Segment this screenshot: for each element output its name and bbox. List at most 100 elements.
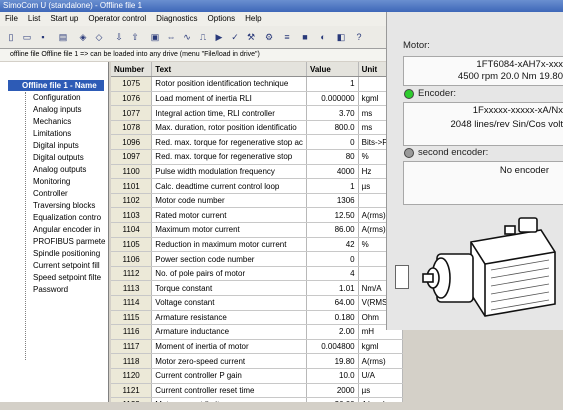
stop-icon[interactable]: ■	[298, 30, 312, 44]
table-row[interactable]: 1118 Motor zero-speed current 19.80 A(rms)	[111, 353, 403, 369]
table-row[interactable]: 1116 Armature inductance 2.00 mH	[111, 324, 403, 340]
tree-root-offline-file[interactable]: Offline file 1 - Name	[8, 80, 104, 91]
tree-item-mechanics[interactable]: Mechanics	[33, 116, 71, 127]
table-row[interactable]: 1113 Torque constant 1.01 Nm/A	[111, 280, 403, 296]
open-folder-icon[interactable]: ▭	[20, 30, 34, 44]
table-row[interactable]: 1077 Integral action time, RLI controller…	[111, 105, 403, 121]
table-row[interactable]: 1120 Current controller P gain 10.0 U/A	[111, 368, 403, 384]
parameter-value[interactable]: 2.00	[306, 324, 359, 340]
menu-operator-control[interactable]: Operator control	[83, 12, 151, 26]
parameter-value[interactable]: 0.180	[306, 310, 359, 326]
menu-start-up[interactable]: Start up	[45, 12, 83, 26]
parameter-value[interactable]: 80	[306, 149, 359, 165]
offline-info-line: offline file Offline file 1 => can be lo…	[0, 49, 400, 61]
parameter-value[interactable]: 10.0	[306, 368, 359, 384]
parameter-value[interactable]: 1	[306, 76, 359, 92]
offline-icon[interactable]: ◇	[92, 30, 106, 44]
parameter-icon[interactable]: ▣	[148, 30, 162, 44]
row-selector-box[interactable]	[395, 265, 409, 289]
parameter-value[interactable]: 0	[306, 251, 359, 267]
menu-diagnostics[interactable]: Diagnostics	[151, 12, 202, 26]
column-header-text[interactable]: Text	[151, 62, 307, 78]
tree-item-profibus-parameters[interactable]: PROFIBUS parmete	[33, 236, 105, 247]
upload-icon[interactable]: ⇧	[128, 30, 142, 44]
tree-item-configuration[interactable]: Configuration	[33, 92, 81, 103]
function-generator-icon[interactable]: ⎍	[196, 30, 210, 44]
parameter-value[interactable]: 64.00	[306, 295, 359, 311]
tree-item-digital-inputs[interactable]: Digital inputs	[33, 140, 79, 151]
tree-item-monitoring[interactable]: Monitoring	[33, 176, 70, 187]
parameter-value[interactable]: 1306	[306, 193, 359, 209]
save-icon[interactable]: ▪	[36, 30, 50, 44]
menu-list[interactable]: List	[23, 12, 45, 26]
parameter-number: 1097	[111, 149, 153, 165]
parameter-text: Motor zero-speed current	[151, 353, 307, 369]
table-row[interactable]: 1121 Current controller reset time 2000 µs	[111, 383, 403, 399]
tree-item-angular-encoder[interactable]: Angular encoder in	[33, 224, 100, 235]
parameter-value[interactable]: 800.0	[306, 120, 359, 136]
print-icon[interactable]: ▤	[56, 30, 70, 44]
tree-item-analog-inputs[interactable]: Analog inputs	[33, 104, 81, 115]
tree-item-current-setpoint-filter[interactable]: Current setpoint fill	[33, 260, 100, 271]
tree-item-analog-outputs[interactable]: Analog outputs	[33, 164, 86, 175]
tree-item-speed-setpoint-filter[interactable]: Speed setpoint filte	[33, 272, 101, 283]
parameter-value[interactable]: 1	[306, 178, 359, 194]
column-header-value[interactable]: Value	[306, 62, 359, 78]
wrench-icon[interactable]: ⚒	[244, 30, 258, 44]
online-icon[interactable]: ◈	[76, 30, 90, 44]
tree-item-password[interactable]: Password	[33, 284, 68, 295]
menu-file[interactable]: File	[0, 12, 23, 26]
parameter-value[interactable]: 86.00	[306, 222, 359, 238]
tree-item-equalization-control[interactable]: Equalization contro	[33, 212, 101, 223]
tree-item-limitations[interactable]: Limitations	[33, 128, 71, 139]
parameter-value[interactable]: 0.004800	[306, 339, 359, 355]
second-encoder-status-led	[404, 148, 414, 158]
table-row[interactable]: 1117 Moment of inertia of motor 0.004800 kg…	[111, 339, 403, 355]
table-row[interactable]: 1103 Rated motor current 12.50 A(rms)	[111, 207, 403, 224]
parameter-value[interactable]: 0.000000	[306, 91, 359, 107]
new-file-icon[interactable]: ▯	[4, 30, 18, 44]
compare-icon[interactable]: ⇔	[164, 30, 178, 44]
parameter-value[interactable]: 2000	[306, 383, 359, 399]
axis-icon[interactable]: ◐	[316, 30, 330, 44]
table-row[interactable]: 1076 Load moment of inertia RLI 0.000000 kg…	[111, 91, 403, 107]
settings-icon[interactable]: ⚙	[262, 30, 276, 44]
table-row[interactable]: 1114 Voltage constant 64.00 V(RMS)	[111, 295, 403, 311]
table-row[interactable]: 1112 No. of pole pairs of motor 4	[111, 266, 403, 282]
jog-icon[interactable]: ▶	[212, 30, 226, 44]
table-row[interactable]: 1075 Rotor position identification techni…	[111, 76, 403, 92]
tree-item-spindle-positioning[interactable]: Spindle positioning	[33, 248, 100, 259]
table-row[interactable]: 1106 Power section code number 0	[111, 251, 403, 267]
bus-icon[interactable]: ≡	[280, 30, 294, 44]
parameter-value[interactable]: 19.80	[306, 353, 359, 369]
ok-icon[interactable]: ✓	[228, 30, 242, 44]
table-row[interactable]: 1104 Maximum motor current 86.00 A(rms)	[111, 222, 403, 238]
table-row[interactable]: 1078 Max. duration, rotor position identi…	[111, 120, 403, 136]
parameter-value[interactable]: 42	[306, 237, 359, 253]
column-header-number[interactable]: Number	[111, 62, 153, 78]
table-row[interactable]: 1097 Red. max. torque for regenerative st…	[111, 149, 403, 165]
table-row[interactable]: 1105 Reduction in maximum motor current 42…	[111, 237, 403, 253]
tree-item-digital-outputs[interactable]: Digital outputs	[33, 152, 84, 163]
parameter-value[interactable]: 1.01	[306, 280, 359, 296]
table-row[interactable]: 1102 Motor code number 1306	[111, 193, 403, 209]
table-row[interactable]: 1096 Red. max. torque for regenerative st…	[111, 134, 403, 151]
parameter-value[interactable]: 0	[306, 134, 359, 151]
drive-icon[interactable]: ◧	[334, 30, 348, 44]
menu-help[interactable]: Help	[240, 12, 266, 26]
parameter-value[interactable]: 4000	[306, 164, 359, 180]
table-row[interactable]: 1101 Calc. deadtime current control loop 1…	[111, 178, 403, 194]
trace-icon[interactable]: ∿	[180, 30, 194, 44]
context-help-icon[interactable]: ?	[352, 30, 366, 44]
parameter-value[interactable]: 12.50	[306, 207, 359, 224]
parameter-value[interactable]: 4	[306, 266, 359, 282]
parameter-value[interactable]: 36.00	[306, 397, 359, 402]
download-icon[interactable]: ⇩	[112, 30, 126, 44]
parameter-value[interactable]: 3.70	[306, 105, 359, 121]
table-row[interactable]: 1115 Armature resistance 0.180 Ohm	[111, 310, 403, 326]
menu-options[interactable]: Options	[203, 12, 241, 26]
table-row[interactable]: 1122Motor current limit36.00A(rms)	[111, 397, 403, 402]
table-row[interactable]: 1100 Pulse width modulation frequency 4000…	[111, 164, 403, 180]
tree-item-controller[interactable]: Controller	[33, 188, 68, 199]
tree-item-traversing-blocks[interactable]: Traversing blocks	[33, 200, 95, 211]
